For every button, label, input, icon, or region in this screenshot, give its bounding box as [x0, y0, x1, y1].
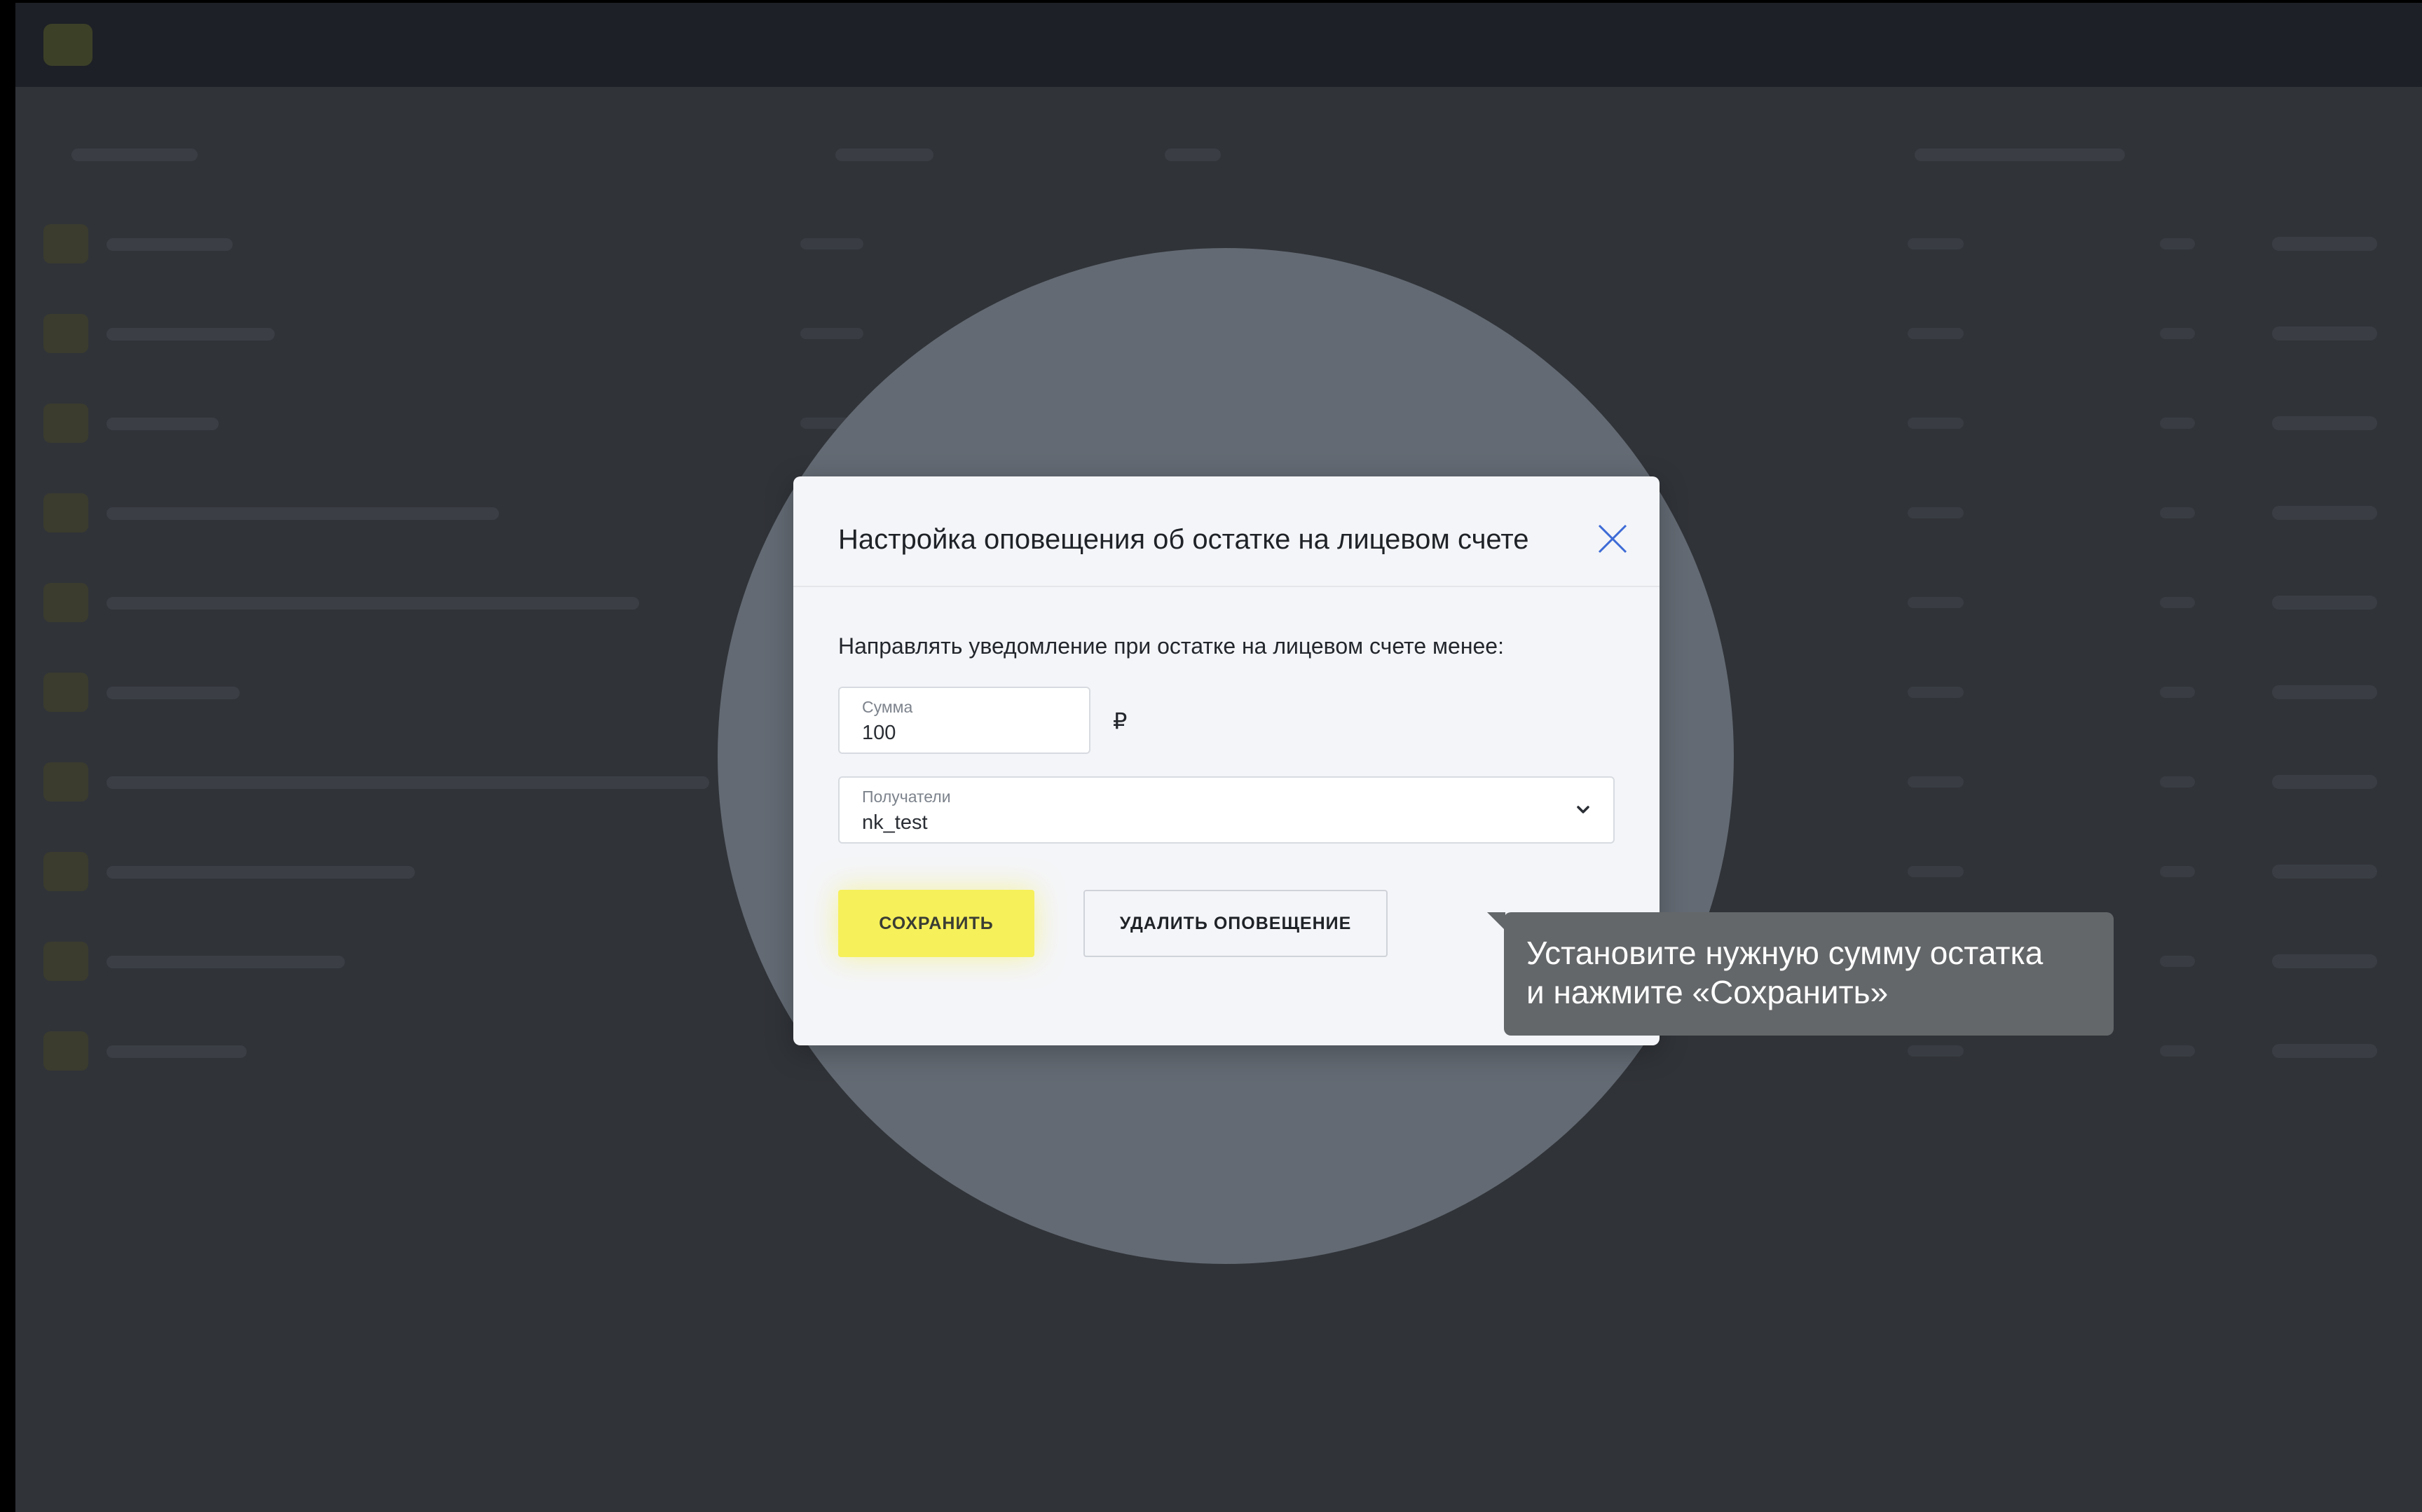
- row-name-placeholder: [107, 328, 275, 341]
- amount-input[interactable]: [862, 722, 1072, 745]
- row-avatar: [43, 224, 88, 263]
- row-avatar: [43, 493, 88, 532]
- row-name-placeholder: [107, 687, 240, 699]
- delete-notification-button[interactable]: УДАЛИТЬ ОПОВЕЩЕНИЕ: [1083, 890, 1388, 957]
- app-screen: Настройка оповещения об остатке на лицев…: [15, 3, 2422, 1512]
- cell-placeholder: [2160, 507, 2195, 518]
- cell-placeholder: [2272, 327, 2377, 341]
- cell-placeholder: [2272, 416, 2377, 430]
- cell-placeholder: [2160, 418, 2195, 429]
- cell-placeholder: [2272, 237, 2377, 251]
- cell-placeholder: [2272, 954, 2377, 968]
- cell-placeholder: [2272, 865, 2377, 879]
- cell-placeholder: [1908, 238, 1964, 249]
- cell-placeholder: [2272, 506, 2377, 520]
- column-header-placeholder: [1165, 149, 1221, 161]
- close-button[interactable]: [1596, 523, 1629, 555]
- modal-header: Настройка оповещения об остатке на лицев…: [793, 476, 1660, 587]
- row-name-placeholder: [107, 1045, 247, 1058]
- row-avatar: [43, 583, 88, 622]
- row-avatar: [43, 404, 88, 443]
- cell-placeholder: [2160, 866, 2195, 877]
- cell-placeholder: [2160, 1045, 2195, 1057]
- recipients-select[interactable]: Получатели nk_test: [838, 776, 1615, 844]
- row-name-placeholder: [107, 418, 219, 430]
- row-name-placeholder: [107, 776, 709, 789]
- modal-title: Настройка оповещения об остатке на лицев…: [838, 524, 1529, 555]
- cell-placeholder: [2272, 596, 2377, 610]
- row-avatar: [43, 314, 88, 353]
- row-name-placeholder: [107, 507, 499, 520]
- column-header-placeholder: [835, 149, 933, 161]
- row-avatar: [43, 673, 88, 712]
- cell-placeholder: [800, 238, 863, 249]
- cell-placeholder: [2160, 597, 2195, 608]
- chevron-down-icon[interactable]: [1574, 803, 1592, 817]
- row-name-placeholder: [107, 956, 345, 968]
- column-header-placeholder: [71, 149, 198, 161]
- cell-placeholder: [1908, 1045, 1964, 1057]
- amount-field-label: Сумма: [862, 698, 913, 716]
- cell-placeholder: [1908, 597, 1964, 608]
- cell-placeholder: [2160, 956, 2195, 967]
- save-button[interactable]: СОХРАНИТЬ: [838, 890, 1034, 957]
- cell-placeholder: [800, 328, 863, 339]
- cell-placeholder: [2272, 685, 2377, 699]
- cell-placeholder: [1908, 507, 1964, 518]
- logo: [43, 24, 93, 66]
- cell-placeholder: [2160, 687, 2195, 698]
- cell-placeholder: [2272, 775, 2377, 789]
- onboarding-tooltip: Установите нужную сумму остатка и нажмит…: [1504, 912, 2114, 1036]
- table-header: [15, 143, 2422, 171]
- amount-field[interactable]: Сумма: [838, 687, 1090, 754]
- cell-placeholder: [2160, 238, 2195, 249]
- tooltip-pointer: [1487, 912, 1505, 930]
- recipients-field-label: Получатели: [862, 788, 951, 806]
- tooltip-line-1: Установите нужную сумму остатка: [1526, 935, 2044, 971]
- close-icon: [1598, 524, 1627, 554]
- recipients-selected-value: nk_test: [862, 811, 928, 834]
- column-header-placeholder: [1915, 149, 2125, 161]
- cell-placeholder: [1908, 776, 1964, 788]
- cell-placeholder: [1908, 328, 1964, 339]
- row-avatar: [43, 1031, 88, 1071]
- cell-placeholder: [1908, 687, 1964, 698]
- cell-placeholder: [2160, 328, 2195, 339]
- cell-placeholder: [1908, 418, 1964, 429]
- top-bar: [15, 3, 2422, 87]
- row-avatar: [43, 852, 88, 891]
- cell-placeholder: [2160, 776, 2195, 788]
- modal-description: Направлять уведомление при остатке на ли…: [838, 633, 1504, 659]
- row-name-placeholder: [107, 597, 639, 610]
- tooltip-line-2: и нажмите «Сохранить»: [1526, 974, 1889, 1010]
- cell-placeholder: [2272, 1044, 2377, 1058]
- row-name-placeholder: [107, 866, 415, 879]
- row-name-placeholder: [107, 238, 233, 251]
- currency-symbol: ₽: [1113, 708, 1128, 734]
- row-avatar: [43, 762, 88, 802]
- cell-placeholder: [1908, 866, 1964, 877]
- row-avatar: [43, 942, 88, 981]
